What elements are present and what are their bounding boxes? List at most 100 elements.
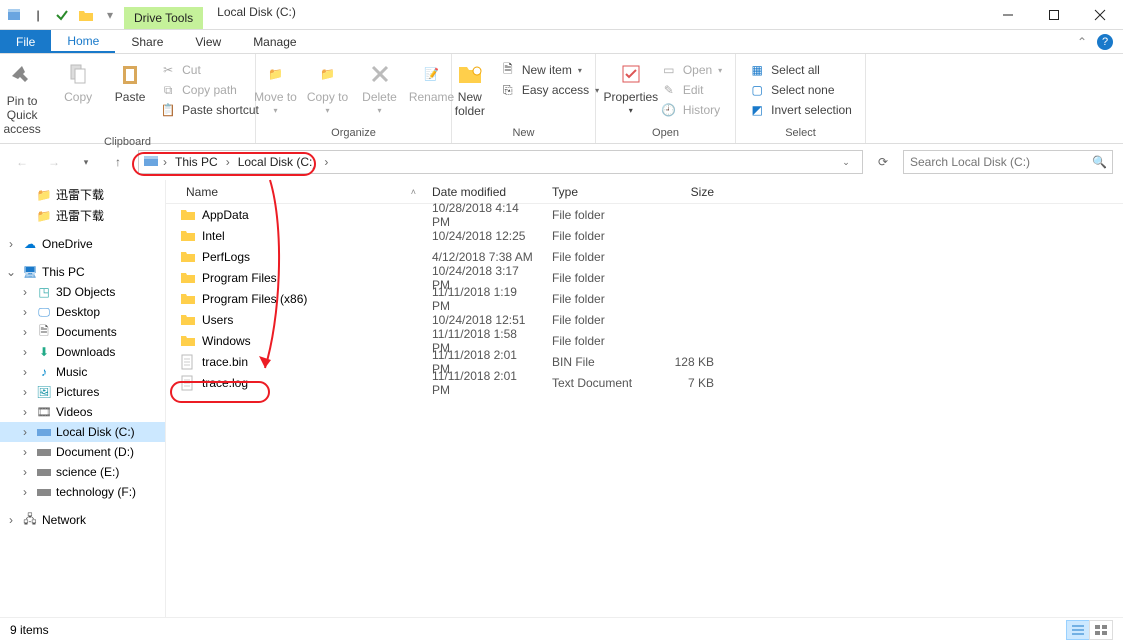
up-button[interactable]: ↑ [106, 150, 130, 174]
select-none-button[interactable]: ▢Select none [747, 82, 854, 98]
tree-3d-objects[interactable]: ›◳3D Objects [0, 282, 165, 302]
file-row[interactable]: trace.log11/11/2018 2:01 PMText Document… [166, 372, 1123, 393]
minimize-button[interactable] [985, 0, 1031, 29]
back-button[interactable]: ← [10, 150, 34, 174]
select-all-button[interactable]: ▦Select all [747, 62, 854, 78]
file-name: Program Files (x86) [202, 292, 307, 306]
file-row[interactable]: Intel10/24/2018 12:25File folder [166, 225, 1123, 246]
qat-open-icon[interactable] [76, 5, 96, 25]
file-row[interactable]: Program Files10/24/2018 3:17 PMFile fold… [166, 267, 1123, 288]
navigation-pane[interactable]: 📁迅雷下载 📁迅雷下载 ›☁OneDrive ⌄🖥This PC ›◳3D Ob… [0, 180, 166, 617]
file-tab[interactable]: File [0, 30, 51, 53]
tree-downloads[interactable]: ›⬇Downloads [0, 342, 165, 362]
folder-icon [180, 249, 196, 265]
search-input[interactable] [910, 155, 1092, 169]
tree-onedrive[interactable]: ›☁OneDrive [0, 234, 165, 254]
column-size[interactable]: Size [664, 185, 744, 199]
cut-button[interactable]: ✂Cut [158, 62, 261, 78]
refresh-button[interactable]: ⟳ [871, 150, 895, 174]
open-button[interactable]: ▭Open▾ [659, 62, 724, 78]
window-controls [985, 0, 1123, 29]
qat-dropdown[interactable]: ▾ [100, 5, 120, 25]
file-row[interactable]: Users10/24/2018 12:51File folder [166, 309, 1123, 330]
tree-desktop[interactable]: ›🖵Desktop [0, 302, 165, 322]
edit-button[interactable]: ✎Edit [659, 82, 724, 98]
file-row[interactable]: trace.bin11/11/2018 2:01 PMBIN File128 K… [166, 351, 1123, 372]
file-row[interactable]: PerfLogs4/12/2018 7:38 AMFile folder [166, 246, 1123, 267]
tree-pictures[interactable]: ›🖼Pictures [0, 382, 165, 402]
status-item-count: 9 items [10, 623, 49, 637]
view-tab[interactable]: View [179, 30, 237, 53]
address-dropdown[interactable]: ⌄ [834, 150, 858, 174]
home-tab[interactable]: Home [51, 30, 115, 53]
column-type[interactable]: Type [544, 185, 664, 199]
tree-music[interactable]: ›♪Music [0, 362, 165, 382]
share-tab[interactable]: Share [115, 30, 179, 53]
file-row[interactable]: AppData10/28/2018 4:14 PMFile folder [166, 204, 1123, 225]
breadcrumb-this-pc[interactable]: This PC [171, 155, 222, 169]
qat-properties-icon[interactable] [52, 5, 72, 25]
column-name[interactable]: Name˄ [166, 185, 424, 199]
tree-documents[interactable]: ›🗎Documents [0, 322, 165, 342]
properties-button[interactable]: Properties▾ [607, 58, 655, 115]
collapse-ribbon-button[interactable]: ⌃ [1077, 35, 1087, 49]
move-to-button[interactable]: 📁Move to▾ [252, 58, 300, 115]
pin-to-quick-access-button[interactable]: Pin to Quick access [0, 58, 50, 136]
history-button[interactable]: 🕘History [659, 102, 724, 118]
file-type: BIN File [544, 355, 664, 369]
copy-icon [64, 60, 92, 88]
file-icon [180, 354, 196, 370]
paste-shortcut-button[interactable]: 📋Paste shortcut [158, 102, 261, 118]
maximize-button[interactable] [1031, 0, 1077, 29]
tree-technology-f[interactable]: ›technology (F:) [0, 482, 165, 502]
forward-button[interactable]: → [42, 150, 66, 174]
address-bar[interactable]: › This PC › Local Disk (C:) › ⌄ [138, 150, 863, 174]
tree-network[interactable]: ›🖧Network [0, 510, 165, 530]
breadcrumb-sep-2[interactable]: › [322, 155, 330, 169]
folder-icon [180, 312, 196, 328]
copy-path-icon: ⧉ [160, 82, 176, 98]
file-date: 4/12/2018 7:38 AM [424, 250, 544, 264]
copy-path-button[interactable]: ⧉Copy path [158, 82, 261, 98]
copy-to-button[interactable]: 📁Copy to▾ [304, 58, 352, 115]
new-folder-button[interactable]: New folder [446, 58, 494, 118]
properties-icon [617, 60, 645, 88]
collapse-icon[interactable]: ⌄ [4, 265, 18, 279]
breadcrumb-sep-1[interactable]: › [224, 155, 232, 169]
column-date[interactable]: Date modified [424, 185, 544, 199]
paste-button[interactable]: Paste [106, 58, 154, 104]
file-row[interactable]: Program Files (x86)11/11/2018 1:19 PMFil… [166, 288, 1123, 309]
move-to-icon: 📁 [262, 60, 290, 88]
new-item-button[interactable]: 🗎New item▾ [498, 62, 601, 78]
help-button[interactable]: ? [1097, 34, 1113, 50]
file-type: File folder [544, 271, 664, 285]
file-size: 7 KB [664, 376, 744, 390]
details-view-button[interactable] [1066, 620, 1090, 640]
tree-document-d[interactable]: ›Document (D:) [0, 442, 165, 462]
close-button[interactable] [1077, 0, 1123, 29]
tree-xunlei-2[interactable]: 📁迅雷下载 [0, 205, 165, 226]
expand-icon[interactable]: › [4, 237, 18, 251]
tree-this-pc[interactable]: ⌄🖥This PC [0, 262, 165, 282]
breadcrumb-local-c[interactable]: Local Disk (C:) [234, 155, 321, 169]
tree-science-e[interactable]: ›science (E:) [0, 462, 165, 482]
tree-local-disk-c[interactable]: ›Local Disk (C:) [0, 422, 165, 442]
file-row[interactable]: Windows11/11/2018 1:58 PMFile folder [166, 330, 1123, 351]
tree-videos[interactable]: ›🎞Videos [0, 402, 165, 422]
easy-access-button[interactable]: ⎘Easy access▾ [498, 82, 601, 98]
tree-xunlei-1[interactable]: 📁迅雷下载 [0, 184, 165, 205]
new-group-label: New [458, 127, 589, 139]
breadcrumb-sep-0[interactable]: › [161, 155, 169, 169]
delete-button[interactable]: Delete▾ [356, 58, 404, 115]
file-list-pane[interactable]: Name˄ Date modified Type Size AppData10/… [166, 180, 1123, 617]
copy-button[interactable]: Copy [54, 58, 102, 104]
navigation-bar: ← → ▾ ↑ › This PC › Local Disk (C:) › ⌄ … [0, 144, 1123, 180]
new-folder-icon [456, 60, 484, 88]
search-box[interactable]: 🔍 [903, 150, 1113, 174]
large-icons-view-button[interactable] [1089, 620, 1113, 640]
manage-tab[interactable]: Manage [237, 30, 312, 53]
clipboard-group: Pin to Quick access Copy Paste ✂Cut ⧉Cop… [0, 54, 256, 143]
recent-locations-button[interactable]: ▾ [74, 150, 98, 174]
invert-selection-button[interactable]: ◩Invert selection [747, 102, 854, 118]
search-icon[interactable]: 🔍 [1092, 155, 1106, 169]
